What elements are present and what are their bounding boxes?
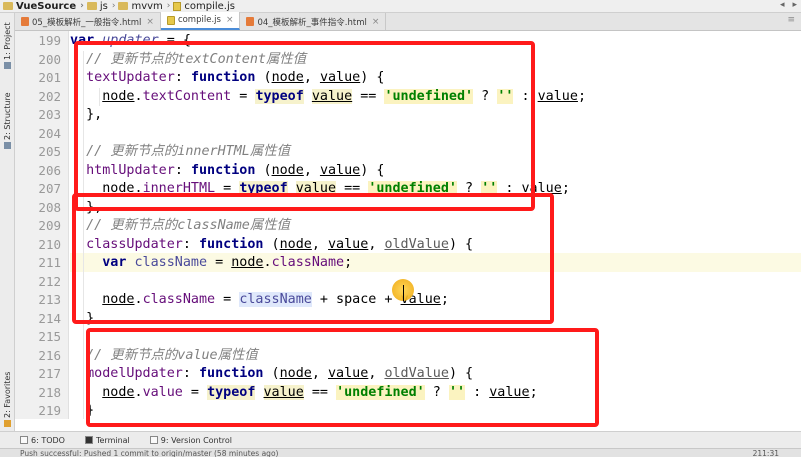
forward-icon[interactable]: ▸	[792, 0, 797, 10]
annotation-box-model	[86, 328, 599, 427]
breadcrumb: VueSource › js › mvvm › compile.js ◂ ▸	[0, 0, 801, 13]
annotation-box-text-html	[74, 41, 535, 211]
tab-list-icon[interactable]: ≡	[787, 15, 795, 25]
html-file-icon	[21, 17, 29, 26]
todo-tool-button[interactable]: 6: TODO	[20, 436, 65, 445]
line-number: 210	[38, 236, 61, 252]
breadcrumb-item-js[interactable]: js ›	[86, 1, 116, 12]
terminal-tool-button[interactable]: Terminal	[84, 436, 130, 445]
line-number: 205	[38, 144, 61, 159]
structure-tool-tab[interactable]: 2: Structure	[1, 79, 14, 149]
back-icon[interactable]: ◂	[780, 0, 785, 10]
line-number: 215	[38, 329, 61, 344]
project-tool-tab[interactable]: 1: Project	[1, 17, 14, 69]
line-number: 207	[38, 181, 61, 196]
line-number: 208	[38, 199, 61, 215]
editor-tab-bar: 05_模板解析_一般指令.html × compile.js × 04_模板解析…	[15, 12, 801, 31]
breadcrumb-item-mvvm[interactable]: mvvm ›	[118, 1, 170, 12]
breadcrumb-item-project[interactable]: VueSource ›	[3, 1, 84, 12]
line-number: 202	[38, 88, 61, 104]
project-icon	[4, 62, 11, 69]
version-control-tool-button[interactable]: 9: Version Control	[149, 436, 232, 445]
folder-icon	[118, 2, 129, 10]
js-file-icon	[166, 15, 175, 25]
line-number-gutter: 199 200 201 202 203 204 205 206 207 208 …	[15, 31, 69, 419]
cursor-position[interactable]: 211:31	[753, 449, 779, 457]
annotation-box-class	[72, 193, 554, 324]
line-number: 199	[38, 33, 61, 48]
version-control-icon	[149, 436, 158, 444]
bottom-tool-bar: 6: TODO Terminal 9: Version Control	[0, 431, 801, 448]
line-number: 211	[38, 255, 61, 270]
todo-icon	[20, 436, 28, 444]
left-tool-strip: 1: Project 2: Structure 2: Favorites	[0, 13, 15, 431]
chevron-right-icon: ›	[80, 1, 84, 11]
line-number: 204	[38, 125, 61, 141]
breadcrumb-actions: ◂ ▸	[780, 0, 797, 10]
js-file-icon	[173, 1, 182, 11]
line-number: 212	[38, 273, 61, 289]
html-file-icon	[246, 17, 255, 26]
tab-05-html[interactable]: 05_模板解析_一般指令.html ×	[15, 13, 161, 30]
structure-icon	[4, 142, 11, 149]
close-icon[interactable]: ×	[146, 17, 154, 27]
tab-compile-js[interactable]: compile.js ×	[160, 12, 241, 30]
terminal-icon	[84, 436, 93, 444]
line-number: 206	[38, 162, 61, 178]
line-number: 217	[38, 366, 61, 381]
favorites-tool-tab[interactable]: 2: Favorites	[1, 369, 14, 427]
line-number: 200	[38, 51, 61, 67]
status-message: Push successful: Pushed 1 commit to orig…	[20, 449, 279, 457]
line-number: 214	[38, 310, 61, 326]
line-number: 218	[38, 384, 61, 400]
line-number: 201	[38, 70, 61, 85]
line-number: 213	[38, 292, 61, 307]
chevron-right-icon: ›	[111, 1, 116, 11]
line-number: 216	[38, 347, 61, 363]
chevron-right-icon: ›	[166, 1, 171, 11]
tab-04-html[interactable]: 04_模板解析_事件指令.html ×	[240, 13, 387, 30]
folder-icon	[86, 2, 97, 10]
folder-icon	[3, 2, 13, 10]
status-bar: Push successful: Pushed 1 commit to orig…	[0, 448, 801, 457]
close-icon[interactable]: ×	[226, 15, 234, 25]
breadcrumb-item-file[interactable]: compile.js	[173, 1, 235, 12]
line-number: 219	[38, 403, 61, 418]
close-icon[interactable]: ×	[372, 17, 380, 27]
line-number: 203	[38, 107, 61, 122]
line-number: 209	[38, 218, 61, 233]
star-icon	[4, 420, 11, 427]
